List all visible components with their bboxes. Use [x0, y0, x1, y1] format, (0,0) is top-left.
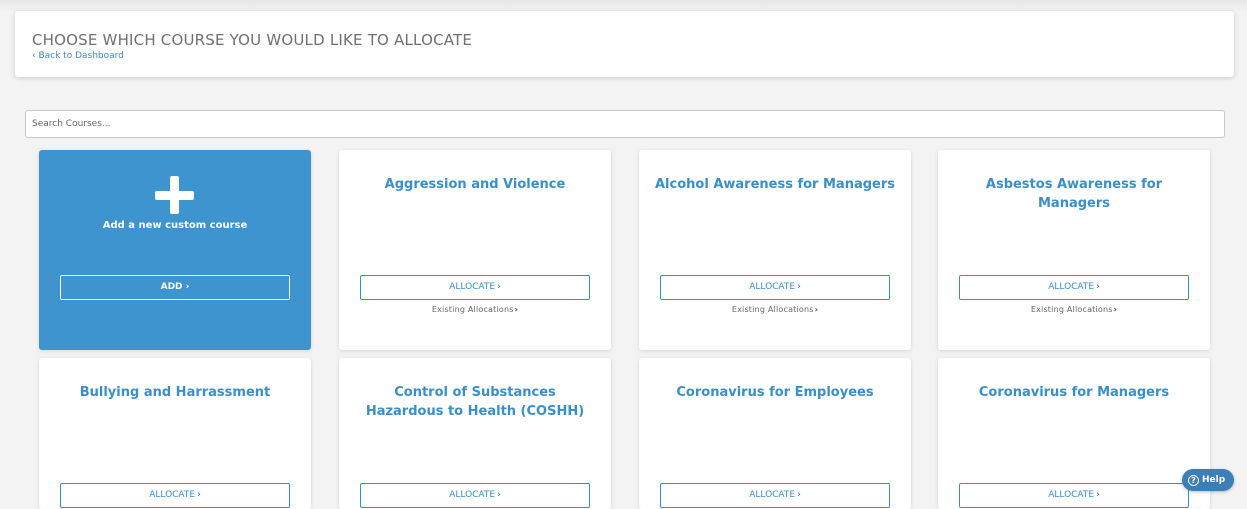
- allocate-label: ALLOCATE: [1048, 282, 1095, 292]
- existing-allocations-label: Existing Allocations: [431, 305, 514, 314]
- custom-course-label: Add a new custom course: [102, 220, 248, 231]
- chevron-right-icon: ›: [497, 490, 501, 500]
- course-card: Control of Substances Hazardous to Healt…: [339, 358, 611, 509]
- help-label: Help: [1202, 475, 1226, 485]
- allocate-button[interactable]: ALLOCATE ›: [959, 275, 1189, 300]
- allocate-label: ALLOCATE: [749, 490, 796, 500]
- course-title: Control of Substances Hazardous to Healt…: [365, 385, 585, 419]
- allocate-label: ALLOCATE: [149, 490, 196, 500]
- existing-allocations-link[interactable]: Existing Allocations›: [938, 305, 1210, 314]
- course-card: Aggression and Violence ALLOCATE › Existi…: [339, 150, 611, 350]
- existing-allocations-label: Existing Allocations: [1030, 305, 1113, 314]
- chevron-right-icon: ›: [1096, 282, 1100, 292]
- chevron-right-icon: ›: [1113, 305, 1118, 314]
- existing-allocations-label: Existing Allocations: [731, 305, 814, 314]
- allocate-label: ALLOCATE: [1048, 490, 1095, 500]
- existing-allocations-link[interactable]: Existing Allocations›: [639, 305, 911, 314]
- search-input[interactable]: [25, 110, 1225, 138]
- page-title: CHOOSE WHICH COURSE YOU WOULD LIKE TO AL…: [32, 31, 473, 49]
- course-title: Alcohol Awareness for Managers: [655, 177, 895, 192]
- chevron-right-icon: ›: [185, 282, 190, 292]
- course-card: Asbestos Awareness for Managers ALLOCATE…: [938, 150, 1210, 350]
- allocate-button[interactable]: ALLOCATE ›: [660, 483, 890, 508]
- chevron-right-icon: ›: [797, 282, 801, 292]
- course-card: Coronavirus for Managers ALLOCATE ›: [938, 358, 1210, 509]
- allocate-label: ALLOCATE: [449, 490, 496, 500]
- plus-icon: [155, 176, 195, 216]
- existing-allocations-link[interactable]: Existing Allocations›: [339, 305, 611, 314]
- course-title: Aggression and Violence: [384, 177, 566, 192]
- header-card: CHOOSE WHICH COURSE YOU WOULD LIKE TO AL…: [15, 11, 1234, 77]
- allocate-button[interactable]: ALLOCATE ›: [959, 483, 1189, 508]
- course-card: Bullying and Harrassment ALLOCATE ›: [39, 358, 311, 509]
- course-title: Coronavirus for Managers: [978, 385, 1170, 400]
- allocate-label: ALLOCATE: [749, 282, 796, 292]
- allocate-button[interactable]: ALLOCATE ›: [60, 483, 290, 508]
- help-button[interactable]: ? Help: [1182, 469, 1234, 491]
- custom-course-card: Add a new custom course ADD ›: [39, 150, 311, 350]
- allocate-label: ALLOCATE: [449, 282, 496, 292]
- chevron-right-icon: ›: [1096, 490, 1100, 500]
- add-button-label: ADD: [160, 282, 183, 292]
- back-to-dashboard-link[interactable]: ‹ Back to Dashboard: [32, 51, 124, 61]
- chevron-right-icon: ›: [197, 490, 201, 500]
- add-button[interactable]: ADD ›: [60, 275, 290, 300]
- allocate-button[interactable]: ALLOCATE ›: [360, 483, 590, 508]
- chevron-right-icon: ›: [814, 305, 819, 314]
- chevron-right-icon: ›: [497, 282, 501, 292]
- course-card: Alcohol Awareness for Managers ALLOCATE ›…: [639, 150, 911, 350]
- question-circle-icon: ?: [1188, 475, 1199, 486]
- course-card: Coronavirus for Employees ALLOCATE ›: [639, 358, 911, 509]
- chevron-right-icon: ›: [797, 490, 801, 500]
- chevron-right-icon: ›: [514, 305, 519, 314]
- allocate-button[interactable]: ALLOCATE ›: [660, 275, 890, 300]
- course-title: Bullying and Harrassment: [79, 385, 271, 400]
- course-title: Asbestos Awareness for Managers: [985, 177, 1163, 211]
- course-title: Coronavirus for Employees: [676, 385, 874, 400]
- allocate-button[interactable]: ALLOCATE ›: [360, 275, 590, 300]
